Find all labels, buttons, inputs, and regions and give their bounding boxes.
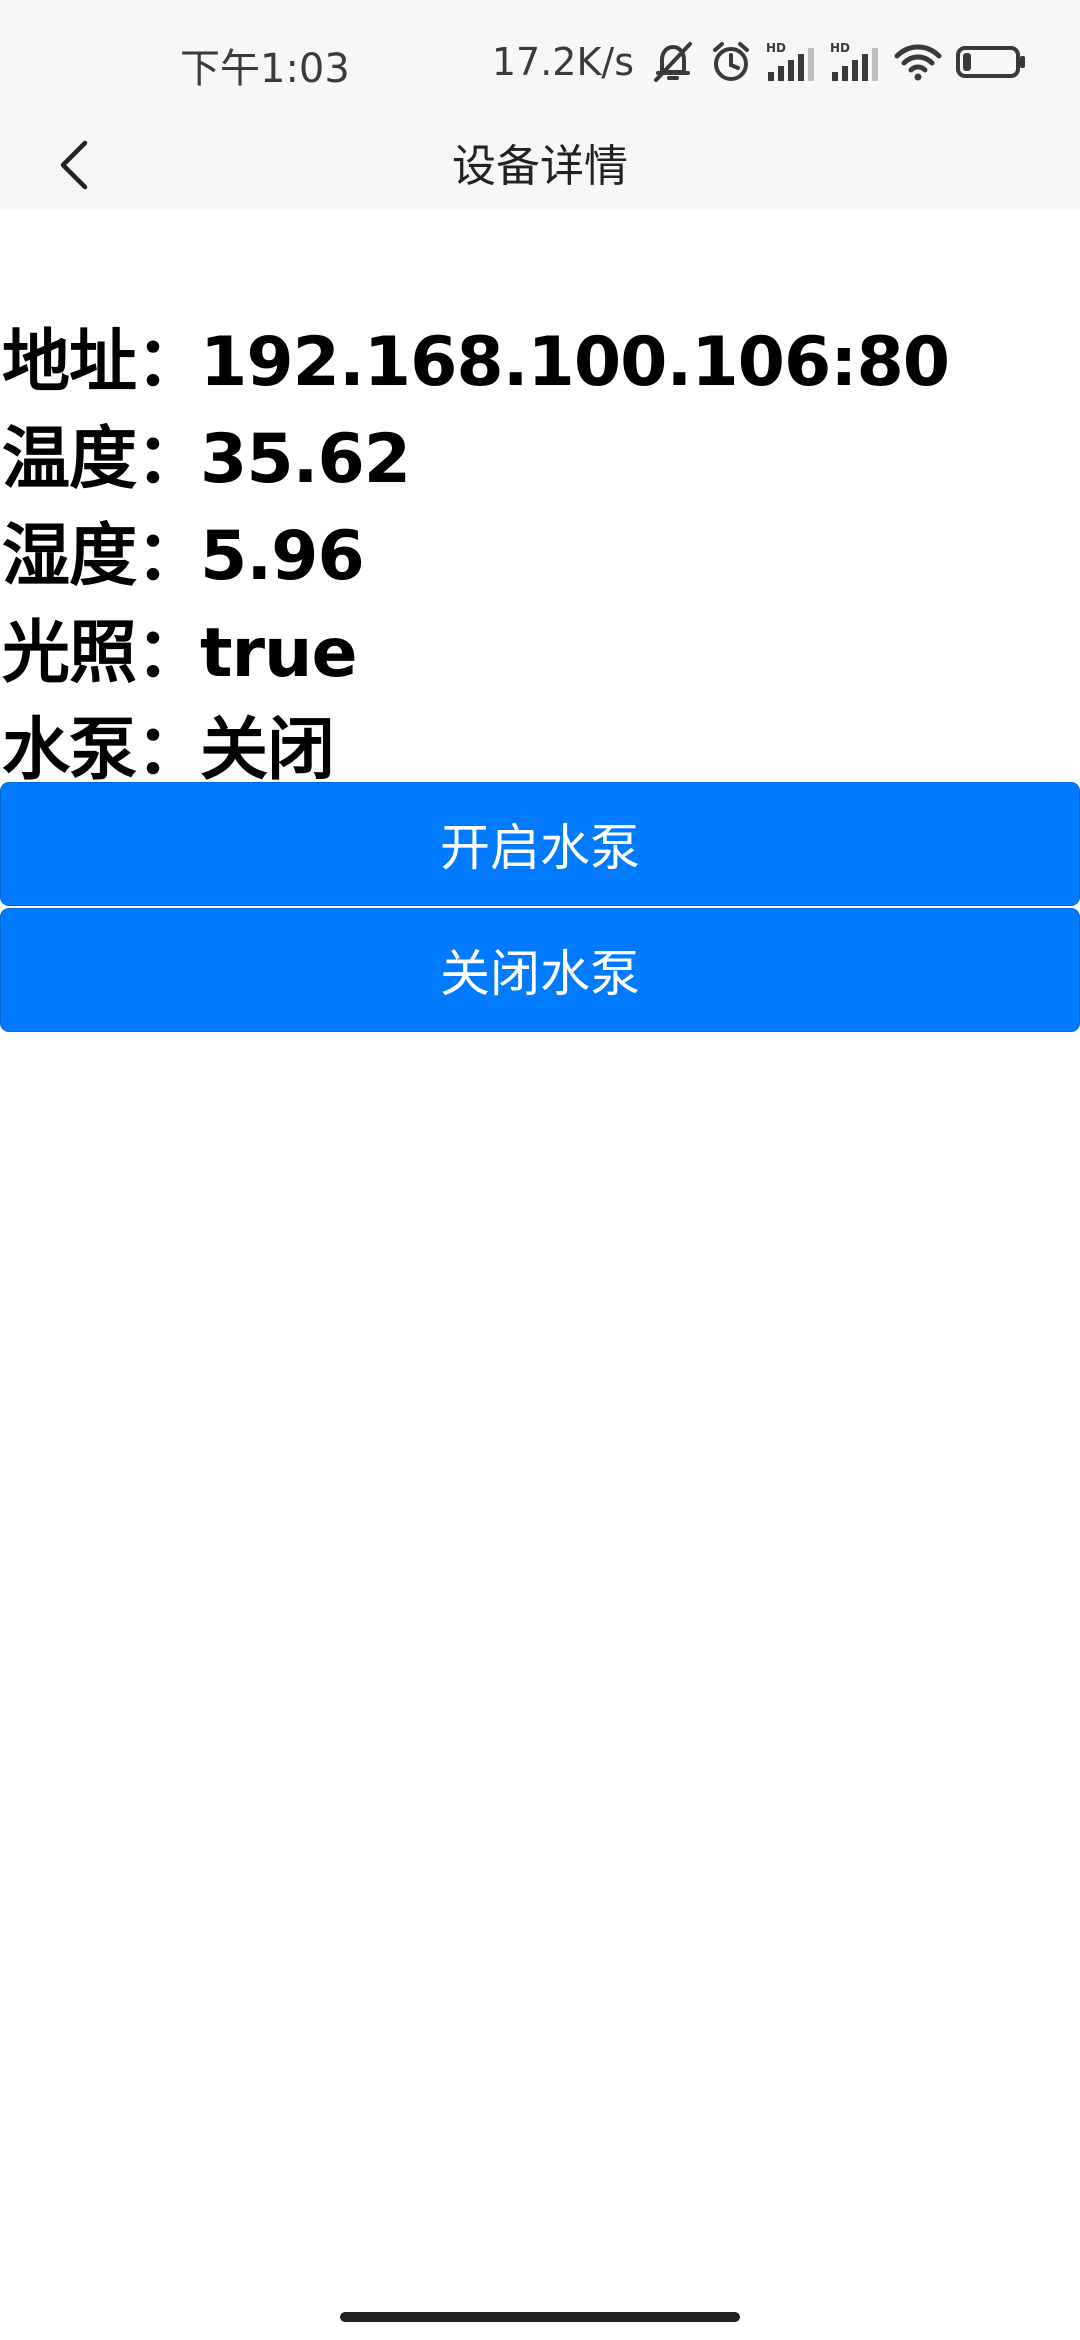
info-label: 水泵： (2, 711, 204, 790)
wifi-icon (894, 40, 942, 84)
page-title: 设备详情 (452, 141, 628, 192)
info-temperature: 温度： 35.62 (2, 403, 1078, 500)
info-value: 192.168.100.106:80 (200, 323, 950, 402)
svg-text:HD: HD (766, 41, 786, 55)
info-label: 地址： (2, 323, 204, 402)
info-label: 光照： (2, 614, 204, 693)
signal-hd-icon: HD (830, 40, 880, 84)
info-value: 关闭 (200, 711, 335, 790)
alarm-icon (710, 40, 752, 84)
network-speed: 17.2K/s (491, 40, 634, 84)
device-info-list: 地址： 192.168.100.106:80 温度： 35.62 湿度： 5.9… (2, 306, 1078, 791)
status-time: 下午1:03 (180, 46, 350, 92)
info-humidity: 湿度： 5.96 (2, 500, 1078, 597)
mute-bell-icon (650, 40, 696, 84)
info-address: 地址： 192.168.100.106:80 (2, 306, 1078, 403)
info-label: 温度： (2, 420, 204, 499)
chevron-left-icon (55, 137, 95, 197)
signal-hd-icon: HD (766, 40, 816, 84)
svg-text:HD: HD (830, 41, 850, 55)
battery-icon (956, 40, 1028, 84)
info-light: 光照： true (2, 597, 1078, 694)
home-indicator[interactable] (340, 2312, 740, 2322)
info-label: 湿度： (2, 517, 204, 596)
status-icons: 17.2K/s HD HD (492, 34, 1028, 90)
title-bar: 设备详情 (0, 124, 1080, 210)
status-bar: 下午1:03 17.2K/s HD HD (0, 0, 1080, 124)
back-button[interactable] (30, 124, 120, 210)
info-value: 35.62 (200, 420, 411, 499)
open-pump-button[interactable]: 开启水泵 (0, 782, 1080, 906)
info-pump: 水泵： 关闭 (2, 694, 1078, 791)
info-value: 5.96 (200, 517, 365, 596)
close-pump-button[interactable]: 关闭水泵 (0, 908, 1080, 1032)
info-value: true (200, 614, 358, 693)
